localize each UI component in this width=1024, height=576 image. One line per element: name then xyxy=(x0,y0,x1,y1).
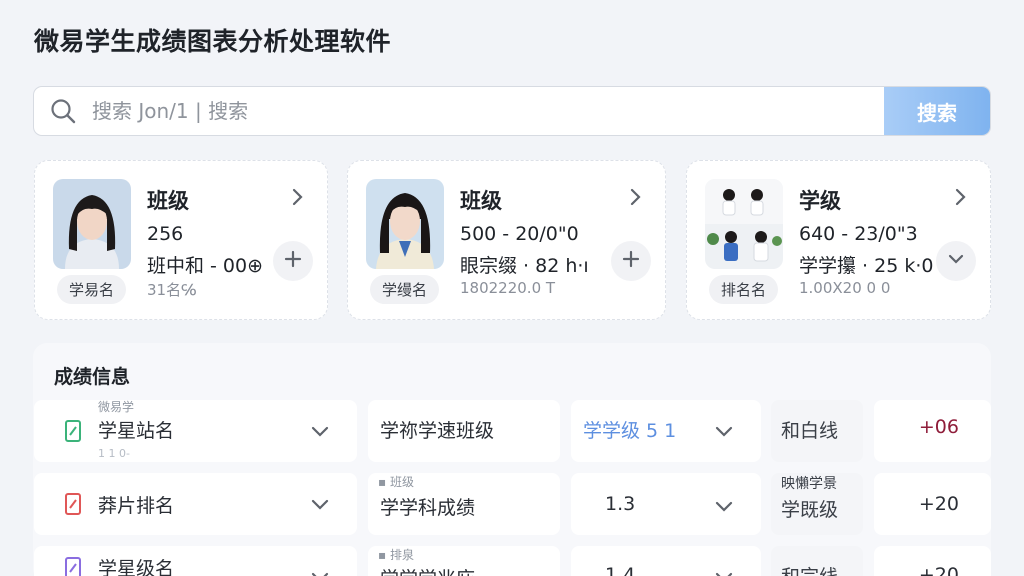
search-input[interactable] xyxy=(92,87,884,135)
search-bar: 搜索 xyxy=(33,86,991,136)
table-cell-delta: +20 xyxy=(874,546,991,576)
row-delta: +20 xyxy=(918,564,959,576)
chevron-down-icon[interactable] xyxy=(713,420,735,442)
row-name: 学星站名 xyxy=(98,420,175,442)
row-tag: 学既级 xyxy=(781,499,839,521)
row-delta: +06 xyxy=(918,416,959,438)
card-value: 500 - 20/0"0 xyxy=(460,223,579,245)
card-title: 学级 xyxy=(799,189,841,213)
chevron-right-icon[interactable] xyxy=(287,187,307,207)
card-title: 班级 xyxy=(147,189,189,213)
row-tag: 和宗线 xyxy=(781,562,838,576)
plus-icon xyxy=(622,250,640,272)
document-icon xyxy=(64,492,84,516)
card-value: 640 - 23/0"3 xyxy=(799,223,918,245)
card-meta: 31名℅ xyxy=(147,281,197,299)
app-title: 微易学生成绩图表分析处理软件 xyxy=(34,27,392,56)
row-score: 1.3 xyxy=(605,493,636,515)
subject-caption: ▪ 班级 xyxy=(378,475,414,489)
table-cell-subject[interactable]: 学祢学速班级 xyxy=(368,400,560,462)
class-card-3[interactable]: 排名名 学级 640 - 23/0"3 学学攥 · 25 k·0 1.00X20… xyxy=(686,160,991,320)
row-subject: 学学学兆庇 xyxy=(380,564,475,576)
search-icon xyxy=(34,87,92,135)
chevron-down-icon[interactable] xyxy=(713,495,735,517)
card-meta: 1802220.0 T xyxy=(460,279,556,297)
card-detail: 眼宗缀 · 82 h·ı xyxy=(460,255,589,277)
row-score: 1.4 xyxy=(605,564,636,576)
row-subject: 学学科成绩 xyxy=(380,497,476,519)
expand-button[interactable] xyxy=(936,241,976,281)
chevron-down-icon[interactable] xyxy=(309,420,331,442)
student-photo xyxy=(53,179,131,269)
table-cell-score[interactable]: 1.4 xyxy=(571,546,761,576)
card-title: 班级 xyxy=(460,189,502,213)
table-row-name[interactable]: 微易学 学星站名 1 1 0- xyxy=(34,400,357,462)
name-caption: 微易学 xyxy=(98,400,135,414)
card-value: 256 xyxy=(147,223,184,245)
table-cell-tag: 和白线 xyxy=(771,400,863,462)
chevron-down-icon[interactable] xyxy=(713,566,735,576)
chevron-down-icon[interactable] xyxy=(309,493,331,515)
table-cell-subject[interactable]: ▪ 排泉 学学学兆庇 xyxy=(368,546,560,576)
table-row-name[interactable]: 莽片排名 xyxy=(34,473,357,535)
add-button[interactable] xyxy=(273,241,313,281)
plus-icon xyxy=(284,250,302,272)
table-cell-score[interactable]: 1.3 xyxy=(571,473,761,535)
table-cell-delta: +20 xyxy=(874,473,991,535)
search-button[interactable]: 搜索 xyxy=(884,87,990,135)
row-name: 学星级名 xyxy=(98,558,175,576)
table-cell-delta: +06 xyxy=(874,400,991,462)
class-card-1[interactable]: 学易名 班级 256 班中和 - 00⊕ 31名℅ xyxy=(34,160,328,320)
chevron-right-icon[interactable] xyxy=(950,187,970,207)
card-detail: 班中和 - 00⊕ xyxy=(147,255,264,277)
table-cell-tag: 和宗线 xyxy=(771,546,863,576)
table-cell-subject[interactable]: ▪ 班级 学学科成绩 xyxy=(368,473,560,535)
card-meta: 1.00X20 0 0 xyxy=(799,279,891,297)
table-row-name[interactable]: 学星级名 xyxy=(34,546,357,576)
table-cell-score[interactable]: 学学级 5 1 xyxy=(571,400,761,462)
photo-badge: 学易名 xyxy=(57,275,127,304)
chevron-right-icon[interactable] xyxy=(625,187,645,207)
tag-caption: 映懶学景 xyxy=(781,476,837,492)
card-detail: 学学攥 · 25 k·0 xyxy=(799,255,934,277)
chevron-down-icon[interactable] xyxy=(309,566,331,576)
table-cell-tag: 映懶学景 学既级 xyxy=(771,473,863,535)
document-icon xyxy=(64,556,84,576)
subject-caption: ▪ 排泉 xyxy=(378,548,414,562)
row-name: 莽片排名 xyxy=(98,495,175,517)
group-photo xyxy=(705,179,783,269)
name-subcaption: 1 1 0- xyxy=(98,447,130,460)
row-score: 学学级 5 1 xyxy=(583,420,677,442)
add-button[interactable] xyxy=(611,241,651,281)
photo-badge: 排名名 xyxy=(709,275,779,304)
photo-badge: 学缦名 xyxy=(370,275,440,304)
row-tag: 和白线 xyxy=(781,420,839,442)
section-title: 成绩信息 xyxy=(54,366,131,388)
class-card-2[interactable]: 学缦名 班级 500 - 20/0"0 眼宗缀 · 82 h·ı 1802220… xyxy=(347,160,666,320)
document-icon xyxy=(64,419,84,443)
row-delta: +20 xyxy=(918,493,959,515)
row-subject: 学祢学速班级 xyxy=(380,420,495,442)
chevron-down-icon xyxy=(947,250,965,272)
student-photo xyxy=(366,179,444,269)
